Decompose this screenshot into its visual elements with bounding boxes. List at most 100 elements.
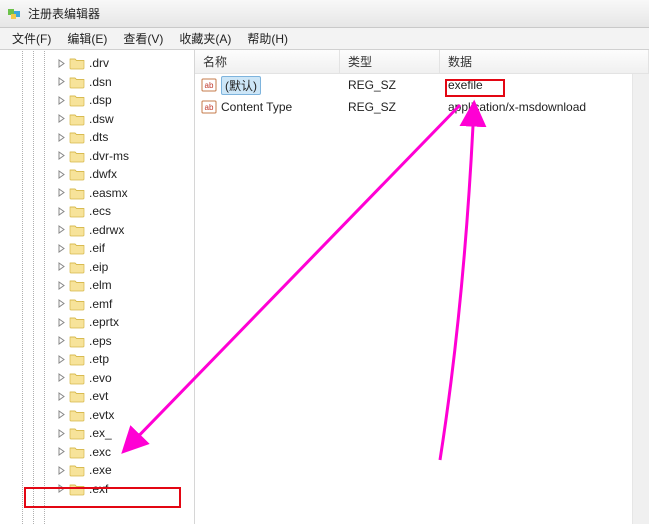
- tree-item[interactable]: .eip: [0, 258, 194, 277]
- tree-item-label: .dvr-ms: [89, 149, 129, 163]
- expand-icon[interactable]: [56, 280, 67, 291]
- tree-item-label: .dsp: [89, 93, 112, 107]
- tree-item[interactable]: .dsn: [0, 73, 194, 92]
- folder-icon: [69, 426, 85, 440]
- expand-icon[interactable]: [56, 261, 67, 272]
- tree-item[interactable]: .easmx: [0, 184, 194, 203]
- tree-item[interactable]: .eprtx: [0, 313, 194, 332]
- tree-item-label: .drv: [89, 56, 109, 70]
- tree-item[interactable]: .edrwx: [0, 221, 194, 240]
- folder-icon: [69, 389, 85, 403]
- tree-item[interactable]: .drv: [0, 54, 194, 73]
- tree-item[interactable]: .dts: [0, 128, 194, 147]
- tree-item-label: .easmx: [89, 186, 128, 200]
- tree-panel: .drv .dsn .dsp .dsw .dts .dvr-ms .dwfx .easmx .e…: [0, 50, 195, 524]
- expand-icon[interactable]: [56, 354, 67, 365]
- scrollbar[interactable]: [632, 74, 649, 524]
- folder-icon: [69, 482, 85, 496]
- tree-list[interactable]: .drv .dsn .dsp .dsw .dts .dvr-ms .dwfx .easmx .e…: [0, 50, 194, 498]
- tree-item-label: .dwfx: [89, 167, 117, 181]
- tree-item[interactable]: .elm: [0, 276, 194, 295]
- folder-icon: [69, 130, 85, 144]
- expand-icon[interactable]: [56, 169, 67, 180]
- tree-item[interactable]: .evt: [0, 387, 194, 406]
- expand-icon[interactable]: [56, 150, 67, 161]
- expand-icon[interactable]: [56, 206, 67, 217]
- svg-text:ab: ab: [205, 103, 214, 112]
- tree-item-label: .ecs: [89, 204, 111, 218]
- column-name[interactable]: 名称: [195, 50, 340, 73]
- folder-icon: [69, 112, 85, 126]
- tree-item[interactable]: .eif: [0, 239, 194, 258]
- list-row[interactable]: ab (默认) REG_SZexefile: [195, 74, 649, 96]
- tree-item[interactable]: .emf: [0, 295, 194, 314]
- expand-icon[interactable]: [56, 465, 67, 476]
- value-name: (默认): [221, 76, 261, 95]
- expand-icon[interactable]: [56, 187, 67, 198]
- column-data[interactable]: 数据: [440, 50, 649, 73]
- tree-item-label: .exc: [89, 445, 111, 459]
- expand-icon[interactable]: [56, 372, 67, 383]
- tree-item-label: .dsw: [89, 112, 114, 126]
- expand-icon[interactable]: [56, 446, 67, 457]
- expand-icon[interactable]: [56, 243, 67, 254]
- expand-icon[interactable]: [56, 335, 67, 346]
- expand-icon[interactable]: [56, 428, 67, 439]
- expand-icon[interactable]: [56, 483, 67, 494]
- cell-type: REG_SZ: [340, 100, 440, 114]
- tree-item-label: .emf: [89, 297, 112, 311]
- menu-file[interactable]: 文件(F): [4, 30, 59, 47]
- tree-item[interactable]: .dvr-ms: [0, 147, 194, 166]
- expand-icon[interactable]: [56, 95, 67, 106]
- folder-icon: [69, 445, 85, 459]
- string-value-icon: ab: [201, 77, 217, 93]
- tree-item[interactable]: .exf: [0, 480, 194, 499]
- menu-help[interactable]: 帮助(H): [239, 30, 296, 47]
- cell-type: REG_SZ: [340, 78, 440, 92]
- tree-item-label: .ex_: [89, 426, 112, 440]
- svg-text:ab: ab: [205, 81, 214, 90]
- tree-item-label: .elm: [89, 278, 112, 292]
- folder-icon: [69, 186, 85, 200]
- column-type[interactable]: 类型: [340, 50, 440, 73]
- tree-item-label: .eps: [89, 334, 112, 348]
- tree-item[interactable]: .evo: [0, 369, 194, 388]
- tree-item-label: .exe: [89, 463, 112, 477]
- tree-item[interactable]: .ecs: [0, 202, 194, 221]
- expand-icon[interactable]: [56, 317, 67, 328]
- expand-icon[interactable]: [56, 409, 67, 420]
- folder-icon: [69, 223, 85, 237]
- folder-icon: [69, 204, 85, 218]
- menu-view[interactable]: 查看(V): [115, 30, 171, 47]
- expand-icon[interactable]: [56, 132, 67, 143]
- tree-item-label: .dsn: [89, 75, 112, 89]
- tree-item[interactable]: .evtx: [0, 406, 194, 425]
- folder-icon: [69, 371, 85, 385]
- menu-edit[interactable]: 编辑(E): [59, 30, 115, 47]
- tree-item[interactable]: .ex_: [0, 424, 194, 443]
- value-name: Content Type: [221, 100, 292, 114]
- cell-data: exefile: [440, 78, 649, 92]
- expand-icon[interactable]: [56, 113, 67, 124]
- expand-icon[interactable]: [56, 391, 67, 402]
- tree-item-label: .exf: [89, 482, 108, 496]
- tree-item[interactable]: .exc: [0, 443, 194, 462]
- tree-item[interactable]: .dsp: [0, 91, 194, 110]
- tree-item-label: .evo: [89, 371, 112, 385]
- tree-item[interactable]: .dwfx: [0, 165, 194, 184]
- folder-icon: [69, 463, 85, 477]
- expand-icon[interactable]: [56, 76, 67, 87]
- tree-item[interactable]: .eps: [0, 332, 194, 351]
- list-body: ab(默认)REG_SZexefileabContent TypeREG_SZa…: [195, 74, 649, 524]
- tree-item[interactable]: .etp: [0, 350, 194, 369]
- expand-icon[interactable]: [56, 298, 67, 309]
- expand-icon[interactable]: [56, 224, 67, 235]
- expand-icon[interactable]: [56, 58, 67, 69]
- menu-favorites[interactable]: 收藏夹(A): [171, 30, 239, 47]
- list-panel: 名称 类型 数据 ab (默认) REG_SZexefile ab Content Ty…: [195, 50, 649, 524]
- app-icon: [6, 6, 22, 22]
- list-row[interactable]: abContent TypeREG_SZapplication/x-msdown…: [195, 96, 649, 118]
- tree-item[interactable]: .dsw: [0, 110, 194, 129]
- folder-icon: [69, 260, 85, 274]
- tree-item[interactable]: .exe: [0, 461, 194, 480]
